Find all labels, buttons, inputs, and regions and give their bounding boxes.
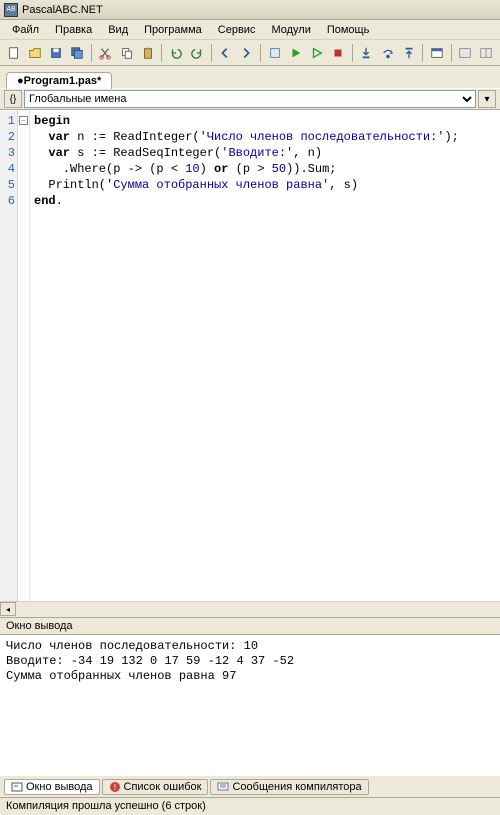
separator [451, 44, 452, 62]
scope-icon[interactable]: {} [4, 90, 22, 108]
scope-row: {} Глобальные имена ▾ [0, 88, 500, 110]
menu-service[interactable]: Сервис [210, 22, 264, 38]
step-over-button[interactable] [378, 43, 397, 63]
scope-combo[interactable]: Глобальные имена [24, 90, 476, 108]
code-area[interactable]: begin var n := ReadInteger('Число членов… [30, 111, 500, 617]
separator [91, 44, 92, 62]
fold-gutter: − [18, 111, 30, 617]
statusbar: Компиляция прошла успешно (6 строк) [0, 797, 500, 815]
menu-view[interactable]: Вид [100, 22, 136, 38]
paste-button[interactable] [138, 43, 157, 63]
menu-file[interactable]: Файл [4, 22, 47, 38]
undo-button[interactable] [166, 43, 185, 63]
copy-button[interactable] [117, 43, 136, 63]
editor-tab-program1[interactable]: ●Program1.pas* [6, 72, 112, 89]
window1-button[interactable] [456, 43, 475, 63]
tab-output[interactable]: Окно вывода [4, 779, 100, 795]
open-file-button[interactable] [25, 43, 44, 63]
output-panel[interactable]: Число членов последовательности: 10 Ввод… [0, 635, 500, 775]
bottom-tabbar: Окно вывода ! Список ошибок Сообщения ко… [0, 775, 500, 797]
tab-compiler-messages[interactable]: Сообщения компилятора [210, 779, 368, 795]
editor-tabbar: ●Program1.pas* [0, 66, 500, 88]
compile-button[interactable] [265, 43, 284, 63]
menubar: Файл Правка Вид Программа Сервис Модули … [0, 20, 500, 40]
menu-help[interactable]: Помощь [319, 22, 378, 38]
code-editor[interactable]: 1 2 3 4 5 6 − begin var n := ReadInteger… [0, 110, 500, 617]
nav-forward-button[interactable] [237, 43, 256, 63]
menu-edit[interactable]: Правка [47, 22, 100, 38]
step-out-button[interactable] [399, 43, 418, 63]
new-file-button[interactable] [4, 43, 23, 63]
separator [260, 44, 261, 62]
save-all-button[interactable] [68, 43, 87, 63]
line-gutter: 1 2 3 4 5 6 [0, 111, 18, 617]
step-into-button[interactable] [357, 43, 376, 63]
status-text: Компиляция прошла успешно (6 строк) [6, 800, 206, 812]
titlebar: AB PascalABC.NET [0, 0, 500, 20]
separator [161, 44, 162, 62]
separator [352, 44, 353, 62]
output-icon [11, 781, 23, 793]
run-no-debug-button[interactable] [307, 43, 326, 63]
h-scrollbar[interactable]: ◂ [0, 601, 500, 617]
app-title: PascalABC.NET [22, 4, 103, 16]
scroll-left-icon[interactable]: ◂ [0, 602, 16, 616]
errors-icon: ! [109, 781, 121, 793]
run-button[interactable] [286, 43, 305, 63]
tab-errors[interactable]: ! Список ошибок [102, 779, 209, 795]
separator [211, 44, 212, 62]
messages-icon [217, 781, 229, 793]
app-icon: AB [4, 3, 18, 17]
menu-modules[interactable]: Модули [263, 22, 318, 38]
output-panel-title: Окно вывода [0, 617, 500, 635]
fold-toggle[interactable]: − [19, 116, 28, 125]
toolbar [0, 40, 500, 66]
cut-button[interactable] [96, 43, 115, 63]
scope-dropdown-button[interactable]: ▾ [478, 90, 496, 108]
save-button[interactable] [46, 43, 65, 63]
window2-button[interactable] [477, 43, 496, 63]
stop-button[interactable] [329, 43, 348, 63]
menu-program[interactable]: Программа [136, 22, 210, 38]
redo-button[interactable] [188, 43, 207, 63]
new-form-button[interactable] [427, 43, 446, 63]
nav-back-button[interactable] [216, 43, 235, 63]
svg-text:!: ! [113, 783, 115, 792]
separator [422, 44, 423, 62]
